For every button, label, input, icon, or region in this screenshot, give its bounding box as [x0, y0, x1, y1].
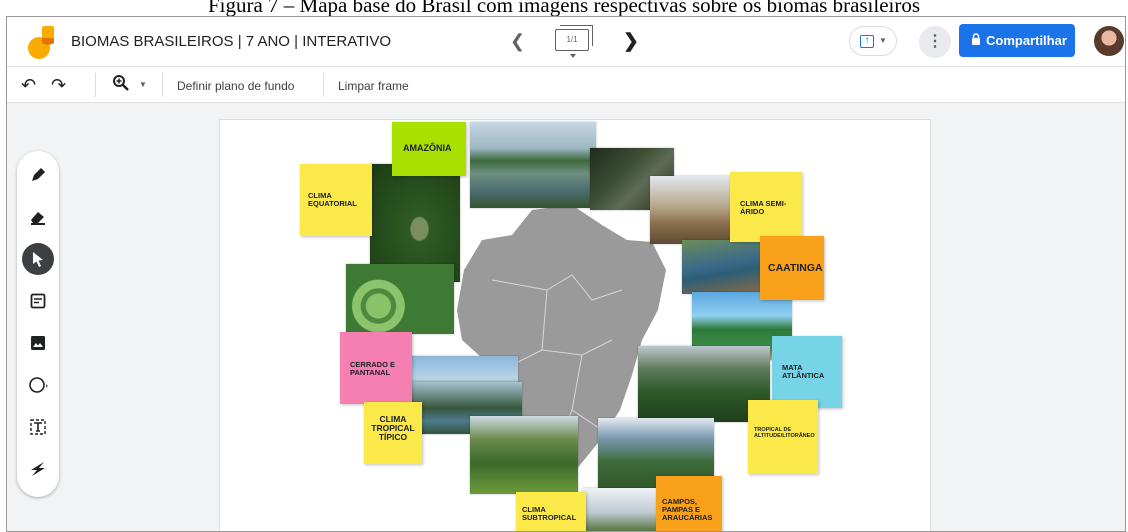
eraser-icon[interactable] [22, 201, 54, 233]
note-mata-atlantica[interactable]: MATA ATLÂNTICA [772, 336, 842, 408]
zoom-dropdown-icon[interactable]: ▼ [139, 80, 147, 89]
lock-icon [972, 33, 980, 45]
photo-amazon-river[interactable] [470, 122, 596, 208]
upload-button[interactable]: ↑ ▼ [849, 26, 897, 56]
laser-icon[interactable] [22, 453, 54, 485]
zoom-in-icon[interactable] [112, 74, 130, 92]
avatar[interactable] [1094, 26, 1124, 56]
note-cerrado-pantanal[interactable]: CERRADO E PANTANAL [340, 332, 412, 404]
clear-frame-button[interactable]: Limpar frame [338, 79, 409, 93]
note-caatinga[interactable]: CAATINGA [760, 236, 824, 300]
note-amazonia[interactable]: AMAZÔNIA [392, 122, 466, 176]
upload-icon: ↑ [860, 35, 874, 48]
caret-down-icon: ▼ [879, 36, 887, 45]
toolbar-divider [95, 73, 96, 97]
photo-caatinga-dry[interactable] [650, 176, 738, 244]
toolbar [7, 67, 1125, 103]
undo-icon[interactable]: ↶ [21, 75, 36, 96]
frame-bar-toggle[interactable]: 1/1 [555, 25, 593, 58]
set-background-button[interactable]: Definir plano de fundo [177, 79, 294, 93]
redo-icon[interactable]: ↷ [51, 75, 66, 96]
note-clima-semiarido[interactable]: CLIMA SEMI-ÁRIDO [730, 172, 802, 242]
chevron-left-icon[interactable]: ❮ [510, 31, 525, 52]
top-bar: BIOMAS BRASILEIROS | 7 ANO | INTERATIVO … [7, 17, 1125, 67]
note-clima-tropical-tipico[interactable]: CLIMA TROPICAL TÍPICO [364, 402, 422, 464]
whiteboard-canvas[interactable]: AMAZÔNIA CLIMA EQUATORIAL CLIMA SEMI-ÁRI… [219, 119, 931, 531]
note-tropical-altitude[interactable]: TROPICAL DE ALTITUDE/LITORÂNEO [748, 400, 818, 474]
toolbar-divider [323, 73, 324, 97]
sticky-note-icon[interactable] [22, 285, 54, 317]
image-icon[interactable] [22, 327, 54, 359]
pen-icon[interactable] [22, 159, 54, 191]
share-label: Compartilhar [986, 33, 1067, 48]
note-clima-equatorial[interactable]: CLIMA EQUATORIAL [300, 164, 372, 236]
share-button[interactable]: Compartilhar [959, 24, 1075, 57]
more-vert-icon[interactable]: ⋮ [919, 26, 951, 58]
document-title[interactable]: BIOMAS BRASILEIROS | 7 ANO | INTERATIVO [71, 33, 391, 50]
note-campos-pampas[interactable]: CAMPOS, PAMPAS E ARAUCÁRIAS [656, 476, 722, 531]
circle-shape-icon[interactable] [22, 369, 54, 401]
toolbar-divider [162, 73, 163, 97]
figure-caption: Figura 7 – Mapa base do Brasil com image… [207, 0, 921, 16]
photo-araucaria[interactable] [470, 416, 578, 494]
chevron-right-icon[interactable]: ❯ [623, 30, 639, 53]
textbox-icon[interactable] [22, 411, 54, 443]
note-clima-subtropical[interactable]: CLIMA SUBTROPICAL [516, 492, 586, 531]
app-window: BIOMAS BRASILEIROS | 7 ANO | INTERATIVO … [6, 16, 1126, 532]
tool-palette [17, 151, 59, 497]
photo-caatinga-river[interactable] [682, 240, 764, 294]
select-arrow-icon[interactable] [22, 243, 54, 275]
jamboard-logo[interactable] [27, 26, 57, 60]
photo-water-lilies[interactable] [346, 264, 454, 334]
